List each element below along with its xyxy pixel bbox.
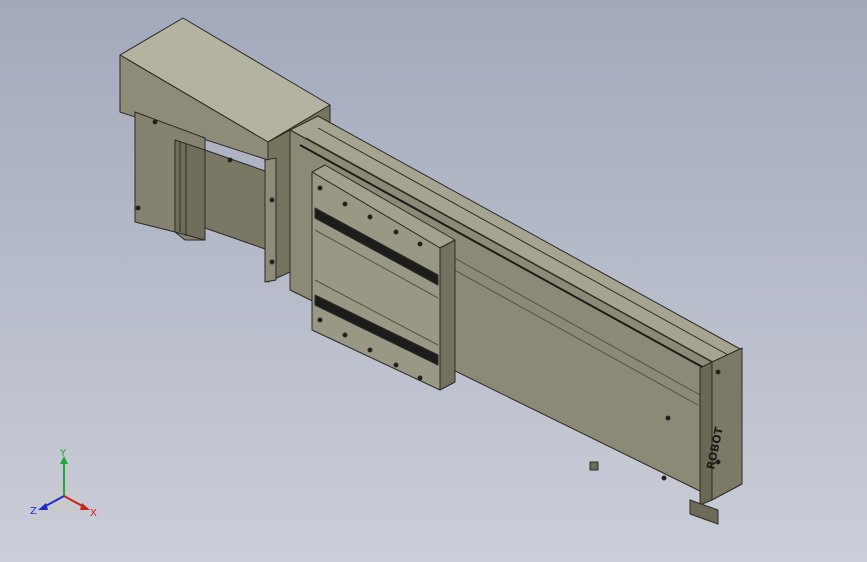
coupling-flange[interactable]	[264, 129, 291, 283]
z-axis-label: Z	[30, 506, 37, 517]
x-axis-label: X	[90, 508, 97, 519]
linear-actuator-model[interactable]: ROBOT	[0, 0, 867, 562]
graphics-viewport[interactable]: ROBOT Y X Z	[0, 0, 867, 562]
y-axis-label: Y	[59, 448, 67, 459]
reference-triad: Y X Z	[30, 448, 97, 519]
